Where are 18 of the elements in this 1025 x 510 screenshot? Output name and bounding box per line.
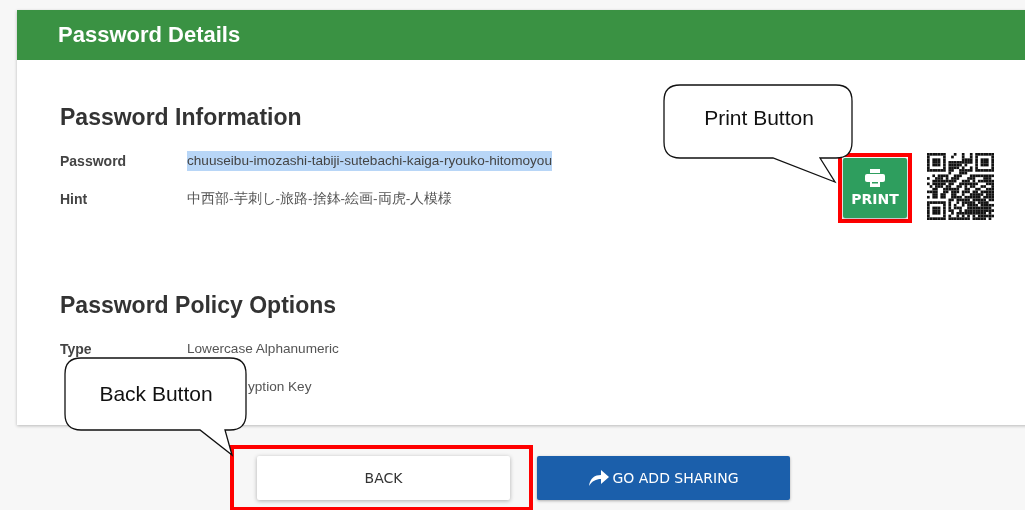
- field-value: chuuseibu-imozashi-tabiji-sutebachi-kaiga-ryouko-hitomoyou: [187, 151, 552, 171]
- printer-icon: [865, 169, 885, 187]
- field-label: Type: [60, 340, 93, 359]
- qr-code: [927, 153, 994, 220]
- section-title: Password Information: [60, 104, 302, 130]
- field-value: yption Key: [248, 378, 312, 396]
- section-title: Password Policy Options: [60, 292, 337, 318]
- print-button[interactable]: PRINT: [843, 158, 907, 218]
- callout-text: Back Button: [98, 382, 214, 406]
- share-arrow-icon: [588, 469, 611, 487]
- field-label: Hint: [60, 190, 89, 209]
- field-value: Lowercase Alphanumeric: [187, 340, 339, 358]
- field-label: Password: [60, 152, 128, 171]
- page-title: Password Details: [58, 22, 241, 48]
- field-value: 中西部-芋刺し-旅路-捨鉢-絵画-両虎-人模様: [187, 190, 453, 208]
- go-add-sharing-button[interactable]: GO ADD SHARING: [537, 456, 790, 500]
- back-button[interactable]: BACK: [257, 456, 510, 500]
- callout-text: Print Button: [703, 106, 815, 130]
